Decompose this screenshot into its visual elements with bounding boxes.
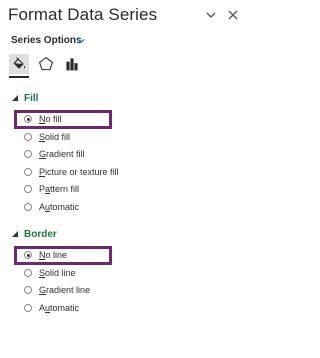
radio-label: Pattern fill (39, 184, 80, 194)
paint-bucket-icon[interactable] (9, 54, 29, 74)
series-options-dropdown[interactable]: Series Options (11, 35, 82, 46)
chevron-down-icon[interactable] (204, 8, 218, 22)
radio-label: Automatic (39, 302, 80, 313)
radio-label: Gradient fill (39, 149, 85, 159)
radio-button[interactable] (24, 185, 32, 193)
radio-label: Picture or texture fill (39, 166, 119, 177)
radio-button[interactable] (24, 286, 32, 294)
fill-section-header[interactable]: Fill (24, 93, 38, 104)
radio-label: Solid line (39, 267, 76, 278)
active-tab-indicator (9, 76, 29, 78)
fill-radio-option[interactable]: Pattern fill (24, 182, 79, 196)
chevron-down-icon[interactable] (76, 36, 86, 46)
fill-radio-option[interactable]: Automatic (24, 200, 79, 214)
collapse-triangle-icon[interactable] (11, 230, 19, 238)
fill-radio-option[interactable]: Picture or texture fill (24, 165, 119, 179)
border-radio-option[interactable]: Solid line (24, 266, 76, 280)
radio-button[interactable] (24, 115, 32, 123)
radio-button[interactable] (24, 167, 32, 176)
border-radio-option[interactable]: Gradient line (24, 283, 90, 297)
radio-button[interactable] (24, 251, 32, 259)
radio-button[interactable] (24, 150, 32, 158)
border-radio-option[interactable]: No line (24, 248, 67, 262)
pentagon-icon[interactable] (36, 54, 56, 74)
border-section-header[interactable]: Border (24, 229, 57, 240)
radio-label: Solid fill (39, 131, 71, 142)
border-radio-option[interactable]: Automatic (24, 301, 79, 315)
pane-title: Format Data Series (8, 5, 158, 24)
fill-radio-option[interactable]: No fill (24, 112, 62, 126)
radio-label: No line (39, 250, 68, 260)
format-data-series-pane: Format Data Series Series Options Fill N… (0, 0, 250, 358)
radio-button[interactable] (24, 303, 32, 312)
fill-radio-option[interactable]: Solid fill (24, 130, 70, 144)
radio-button[interactable] (24, 268, 32, 277)
radio-label: Gradient line (39, 285, 91, 295)
fill-radio-option[interactable]: Gradient fill (24, 147, 85, 161)
bar-chart-icon[interactable] (62, 54, 82, 74)
radio-button[interactable] (24, 202, 32, 211)
radio-label: Automatic (39, 201, 80, 212)
collapse-triangle-icon[interactable] (11, 94, 19, 102)
close-icon[interactable] (226, 8, 240, 22)
radio-button[interactable] (24, 132, 32, 141)
radio-label: No fill (39, 114, 62, 124)
